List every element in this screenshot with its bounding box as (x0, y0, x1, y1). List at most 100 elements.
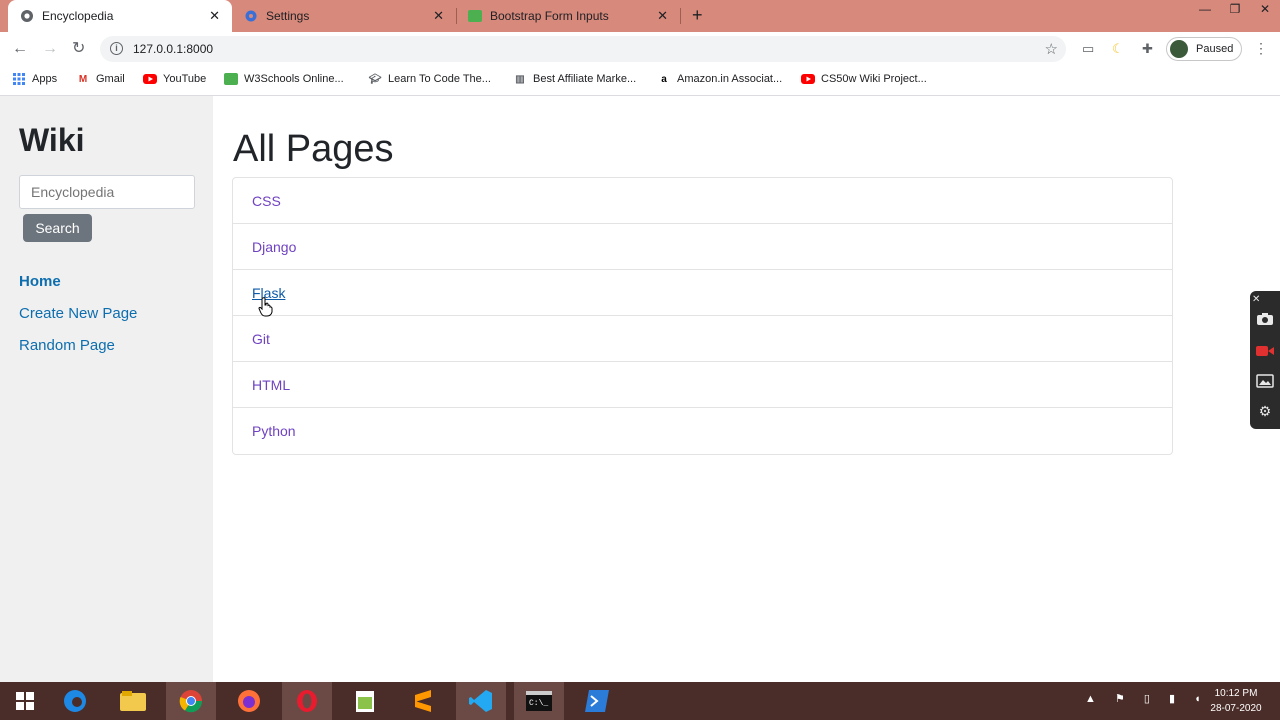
moon-icon[interactable]: ☾ (1112, 41, 1124, 57)
chrome-icon (20, 9, 34, 23)
youtube-icon (143, 72, 157, 86)
bookmark-amazon[interactable]: a Amazon.in Associat... (657, 72, 782, 86)
back-arrow-icon[interactable]: ← (12, 39, 28, 59)
sidebar: Wiki Search Home Create New Page Random … (0, 96, 213, 682)
bookmark-cs50w[interactable]: CS50w Wiki Project... (801, 72, 927, 86)
chrome-taskbar-icon[interactable] (166, 682, 216, 720)
powershell-icon[interactable] (572, 682, 622, 720)
page-link-html[interactable]: HTML (252, 377, 290, 393)
close-tab-icon[interactable]: ✕ (433, 9, 444, 22)
tab-settings[interactable]: Settings ✕ (232, 0, 456, 32)
page-link-git[interactable]: Git (252, 331, 270, 347)
gallery-icon[interactable] (1255, 373, 1275, 389)
profile-status: Paused (1196, 43, 1234, 55)
bookmark-apps[interactable]: Apps (12, 72, 57, 86)
sidebar-link-random-page[interactable]: Random Page (19, 337, 115, 354)
building-icon: ▥ (515, 73, 525, 85)
new-tab-button[interactable]: + (692, 6, 703, 24)
youtube-icon (801, 72, 815, 86)
system-tray-icons[interactable]: ▲ ⚑ ▯ ▮ ◖ (1085, 692, 1209, 705)
sublime-text-icon[interactable] (398, 682, 448, 720)
video-record-icon[interactable] (1255, 343, 1275, 359)
windows-start-icon[interactable] (0, 682, 50, 720)
clock-time: 10:12 PM (1214, 688, 1258, 699)
address-bar[interactable]: i 127.0.0.1:8000 ☆ (100, 36, 1066, 62)
wiki-title: Wiki (19, 122, 85, 158)
list-item: HTML (233, 362, 1172, 408)
clock-date: 28-07-2020 (1210, 703, 1262, 714)
bookmark-label: Apps (32, 73, 58, 85)
bookmark-affiliate[interactable]: ▥ Best Affiliate Marke... (513, 72, 636, 86)
svg-text:C:\_: C:\_ (529, 699, 548, 708)
amazon-icon: a (661, 73, 667, 85)
url-text: 127.0.0.1:8000 (133, 42, 214, 56)
settings-gear-icon[interactable]: ⚙ (1255, 403, 1275, 419)
vscode-icon[interactable] (456, 682, 506, 720)
w3schools-icon (224, 72, 238, 86)
screen-recorder-widget: ✕ ⚙ (1250, 291, 1280, 429)
gmail-icon: M (78, 73, 88, 85)
page-content: Wiki Search Home Create New Page Random … (0, 96, 1280, 682)
close-window-icon[interactable]: ✕ (1250, 0, 1280, 24)
sidebar-link-create-new-page[interactable]: Create New Page (19, 305, 137, 322)
notepad-plus-plus-icon[interactable] (340, 682, 390, 720)
hand-cursor-icon (258, 297, 273, 317)
list-item: Git (233, 316, 1172, 362)
extensions-puzzle-icon[interactable]: ✚ (1142, 41, 1153, 57)
list-item: Django (233, 224, 1172, 270)
tab-encyclopedia[interactable]: Encyclopedia ✕ (8, 0, 232, 32)
camera-icon[interactable] (1255, 311, 1275, 327)
opera-icon[interactable] (282, 682, 332, 720)
graduation-cap-icon: 🎓︎ (368, 73, 382, 85)
bookmark-gmail[interactable]: M Gmail (76, 72, 125, 86)
tab-strip: Encyclopedia ✕ Settings ✕ Bootstrap Form… (0, 0, 1280, 32)
restore-icon[interactable]: ❐ (1220, 0, 1250, 24)
command-prompt-icon[interactable]: C:\_ (514, 682, 564, 720)
w3schools-icon (468, 9, 482, 23)
minimize-icon[interactable]: — (1190, 0, 1220, 24)
tab-title: Encyclopedia (42, 9, 114, 23)
bookmark-label: YouTube (163, 73, 207, 85)
edge-icon[interactable] (50, 682, 100, 720)
page-link-python[interactable]: Python (252, 423, 296, 439)
avatar (1170, 40, 1188, 58)
list-item: Flask (233, 270, 1172, 316)
cast-icon[interactable]: ▭ (1082, 41, 1094, 57)
bookmarks-bar: Apps M Gmail YouTube W3Schools Online...… (0, 66, 1280, 96)
bookmark-w3schools[interactable]: W3Schools Online... (224, 72, 344, 86)
bookmark-star-icon[interactable]: ☆ (1045, 40, 1058, 58)
taskbar: C:\_ ▲ ⚑ ▯ ▮ ◖ 10:12 PM 28-07-2020 (0, 682, 1280, 720)
page-list: CSS Django Flask Git HTML Python (232, 177, 1173, 455)
page-link-django[interactable]: Django (252, 239, 296, 255)
bookmark-label: W3Schools Online... (244, 73, 344, 85)
close-tab-icon[interactable]: ✕ (657, 9, 668, 22)
bookmark-label: CS50w Wiki Project... (821, 73, 927, 85)
menu-kebab-icon[interactable]: ⋮ (1254, 40, 1268, 57)
gear-icon (244, 9, 258, 23)
page-link-css[interactable]: CSS (252, 193, 281, 209)
window-controls: — ❐ ✕ (1190, 0, 1280, 24)
sidebar-link-home[interactable]: Home (19, 273, 61, 290)
search-button[interactable]: Search (23, 214, 92, 242)
firefox-icon[interactable] (224, 682, 274, 720)
bookmark-label: Learn To Code The... (388, 73, 491, 85)
bookmark-label: Gmail (96, 73, 125, 85)
bookmark-youtube[interactable]: YouTube (143, 72, 206, 86)
info-icon[interactable]: i (110, 42, 123, 55)
bookmark-learn-to-code[interactable]: 🎓︎ Learn To Code The... (368, 72, 491, 86)
close-tab-icon[interactable]: ✕ (209, 9, 220, 22)
browser-toolbar: ← → ↻ i 127.0.0.1:8000 ☆ ▭ ☾ ✚ (0, 32, 1280, 66)
bookmark-label: Amazon.in Associat... (677, 73, 783, 85)
page-title: All Pages (233, 128, 394, 170)
file-explorer-icon[interactable] (108, 682, 158, 720)
taskbar-clock[interactable]: 10:12 PM 28-07-2020 (1200, 686, 1272, 716)
profile-button[interactable]: Paused (1166, 37, 1242, 61)
tab-title: Settings (266, 9, 310, 23)
tab-title: Bootstrap Form Inputs (490, 9, 609, 23)
forward-arrow-icon[interactable]: → (42, 39, 58, 59)
reload-icon[interactable]: ↻ (72, 39, 85, 59)
list-item: Python (233, 408, 1172, 454)
search-input[interactable] (19, 175, 195, 209)
close-icon[interactable]: ✕ (1252, 291, 1272, 307)
tab-bootstrap-form-inputs[interactable]: Bootstrap Form Inputs ✕ (456, 0, 680, 32)
